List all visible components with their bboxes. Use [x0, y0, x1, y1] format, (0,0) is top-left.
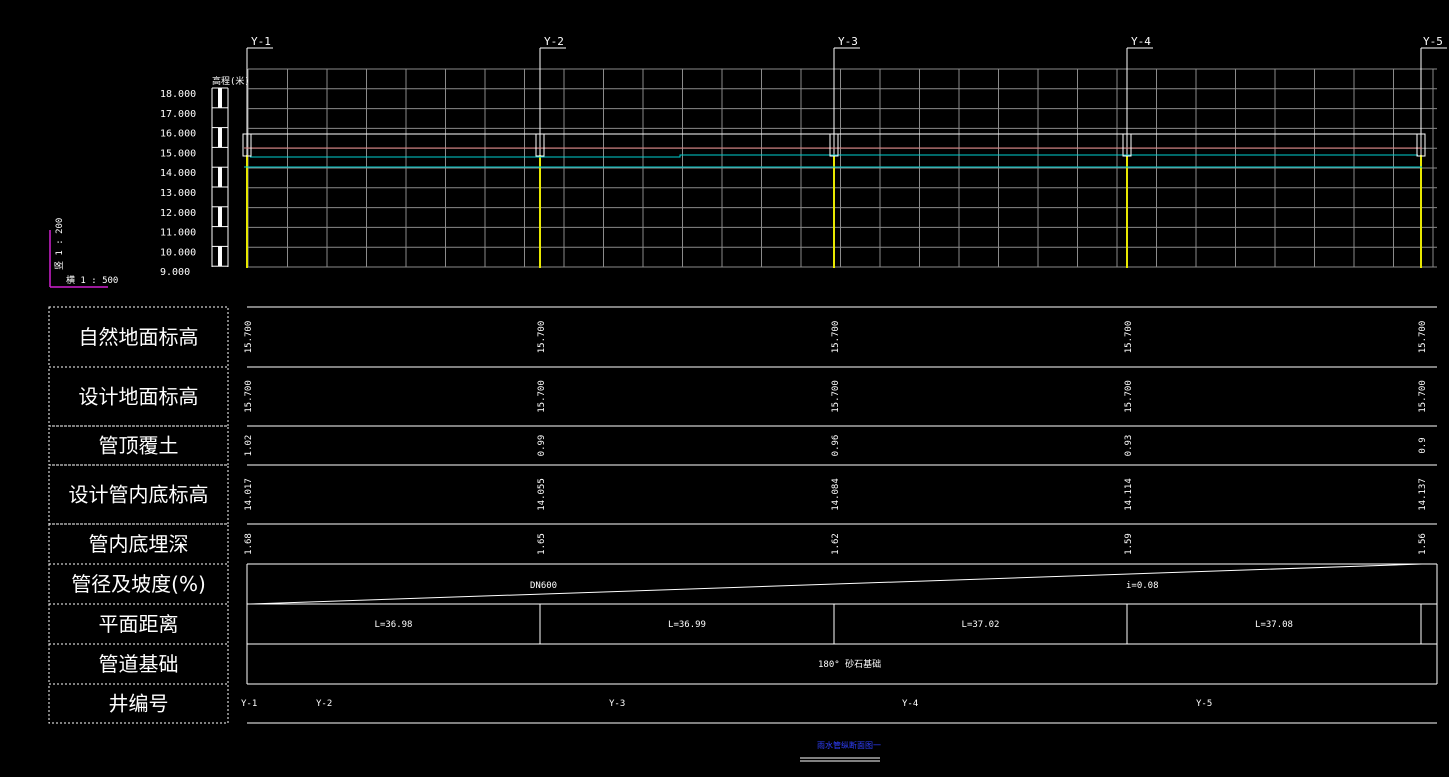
value-ground_natural: 15.700	[1418, 321, 1428, 354]
elevation-scale-ladder	[211, 87, 229, 286]
row-label-cover: 管顶覆土	[99, 434, 179, 458]
row-label-invert: 设计管内底标高	[69, 483, 209, 507]
horizontal-scale-label: 横 1 : 500	[66, 274, 118, 286]
well-number: Y-3	[609, 699, 625, 709]
value-ground_natural: 15.700	[537, 321, 547, 354]
elevation-tick: 12.000	[160, 208, 196, 219]
elevation-tick: 15.000	[160, 148, 196, 159]
well-number: Y-5	[1196, 699, 1212, 709]
profile-drawing: 高程(米) 18.000 17.000 16.000 15.000 14.000 13.0…	[48, 35, 1447, 762]
value-ground_design: 15.700	[831, 380, 841, 413]
manhole-header-label: Y-1	[251, 35, 271, 48]
value-invert: 14.137	[1418, 478, 1428, 511]
value-cover: 0.96	[831, 435, 841, 457]
manhole-header-label: Y-4	[1131, 35, 1151, 48]
well-number: Y-2	[316, 699, 332, 709]
distance-value: L=37.08	[1255, 620, 1293, 630]
manhole-headers: Y-1 Y-2 Y-3 Y-4 Y-5	[246, 35, 1447, 268]
well-number-row: Y-1 Y-2 Y-3 Y-4 Y-5	[241, 699, 1212, 709]
ladder-fill	[218, 246, 222, 267]
elevation-grid	[247, 68, 1437, 268]
value-ground_design: 15.700	[244, 380, 254, 413]
value-cover: 1.02	[244, 435, 254, 457]
manhole-header-label: Y-5	[1423, 35, 1443, 48]
distance-value: L=36.99	[668, 620, 706, 630]
foundation-label: 180° 砂石基础	[818, 658, 881, 670]
scale-indicator: 竖 1 : 200 横 1 : 500	[49, 218, 118, 288]
distance-value: L=37.02	[962, 620, 1000, 630]
row-label-ground_design: 设计地面标高	[79, 385, 199, 409]
drawing-title: 雨水管纵断面图一	[817, 740, 881, 750]
ladder-fill	[218, 147, 222, 167]
elevation-tick-labels: 18.000 17.000 16.000 15.000 14.000 13.000 12.0…	[160, 89, 196, 278]
ladder-fill	[218, 108, 222, 128]
pipe-diameter-label: DN600	[530, 581, 557, 591]
row-label-pipe: 管径及坡度(%)	[71, 572, 206, 596]
value-cover: 0.99	[537, 435, 547, 457]
elevation-tick: 9.000	[160, 267, 190, 278]
well-number: Y-1	[241, 699, 257, 709]
elevation-axis-label: 高程(米)	[212, 75, 250, 87]
elevation-tick: 13.000	[160, 188, 196, 199]
value-ground_natural: 15.700	[244, 321, 254, 354]
value-ground_design: 15.700	[1418, 380, 1428, 413]
row-label-column: 自然地面标高设计地面标高管顶覆土设计管内底标高管内底埋深管径及坡度(%) 平面距离…	[48, 306, 229, 724]
vertical-scale-label: 竖 1 : 200	[54, 218, 65, 270]
value-invert: 14.017	[244, 478, 254, 511]
value-depth: 1.65	[537, 533, 547, 555]
distance-value: L=36.98	[375, 620, 413, 630]
value-depth: 1.62	[831, 533, 841, 555]
elevation-tick: 11.000	[160, 228, 196, 239]
ladder-fill	[218, 167, 222, 187]
ladder-fill	[218, 227, 222, 247]
pipe-slope-label: i=0.08	[1126, 581, 1159, 591]
value-invert: 14.114	[1124, 478, 1134, 511]
value-cover: 0.9	[1418, 437, 1428, 453]
value-ground_natural: 15.700	[831, 321, 841, 354]
value-ground_natural: 15.700	[1124, 321, 1134, 354]
elevation-tick: 18.000	[160, 89, 196, 100]
elevation-tick: 17.000	[160, 109, 196, 120]
value-ground_design: 15.700	[537, 380, 547, 413]
pipe-row: DN600 i=0.08	[249, 563, 1423, 605]
elevation-tick: 14.000	[160, 168, 196, 179]
manhole-header-label: Y-2	[544, 35, 564, 48]
ladder-fill	[218, 187, 222, 207]
row-label-distance: 平面距离	[99, 612, 179, 636]
ladder-fill	[218, 266, 222, 286]
row-label-foundation: 管道基础	[99, 652, 179, 676]
row-label-ground_natural: 自然地面标高	[79, 325, 199, 349]
value-depth: 1.56	[1418, 533, 1428, 555]
row-label-well: 井编号	[109, 692, 169, 716]
value-depth: 1.68	[244, 533, 254, 555]
value-invert: 14.084	[831, 478, 841, 511]
elevation-tick: 10.000	[160, 247, 196, 258]
table-values: 15.700 15.700 15.700 15.700 15.700 15.700 15.7…	[244, 321, 1428, 555]
value-ground_design: 15.700	[1124, 380, 1134, 413]
value-depth: 1.59	[1124, 533, 1134, 555]
value-cover: 0.93	[1124, 435, 1134, 457]
elevation-tick: 16.000	[160, 129, 196, 140]
ladder-fill	[218, 206, 222, 227]
well-number: Y-4	[902, 699, 918, 709]
ladder-fill	[218, 88, 222, 108]
ladder-fill	[218, 127, 222, 148]
row-label-depth: 管内底埋深	[89, 532, 189, 556]
value-invert: 14.055	[537, 478, 547, 511]
slope-line	[249, 563, 1423, 605]
manhole-header-label: Y-3	[838, 35, 858, 48]
